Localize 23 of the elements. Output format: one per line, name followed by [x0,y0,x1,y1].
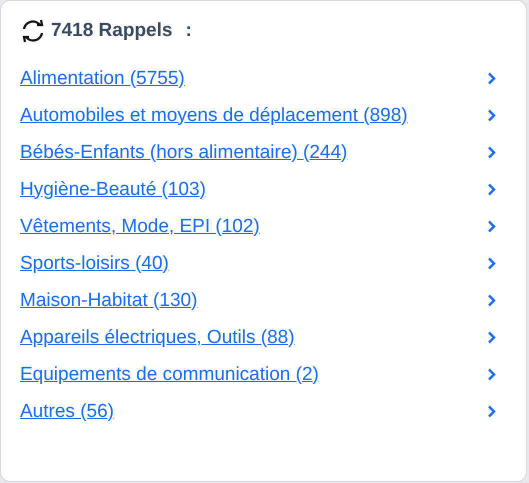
chevron-right-icon[interactable] [487,404,496,418]
category-link[interactable]: Hygiène-Beauté (103) [20,174,206,204]
category-link[interactable]: Sports-loisirs (40) [20,248,169,278]
chevron-right-icon[interactable] [487,220,496,232]
chevron-right-icon[interactable] [487,108,496,122]
chevron-right-icon[interactable] [487,294,496,306]
chevron-right-icon[interactable] [487,146,496,158]
header-separator: : [185,19,192,43]
chevron-right-icon[interactable] [487,256,496,270]
category-link[interactable]: Maison-Habitat (130) [20,284,198,316]
refresh-icon [20,18,46,44]
category-link[interactable]: Bébés-Enfants (hors alimentaire) (244) [20,136,348,168]
category-link[interactable]: Autres (56) [20,396,114,426]
chevron-right-icon[interactable] [487,182,496,196]
category-link[interactable]: Automobiles et moyens de déplacement (898) [20,100,408,130]
chevron-right-icon[interactable] [487,368,496,380]
category-link[interactable]: Appareils électriques, Outils (88) [20,322,295,352]
category-link[interactable]: Equipements de communication (2) [20,358,319,390]
chevron-right-icon[interactable] [487,72,496,84]
category-link[interactable]: Vêtements, Mode, EPI (102) [20,210,260,242]
header-title: 7418 Rappels [51,19,172,43]
category-link[interactable]: Alimentation (5755) [20,62,185,94]
chevron-right-icon[interactable] [487,330,496,344]
